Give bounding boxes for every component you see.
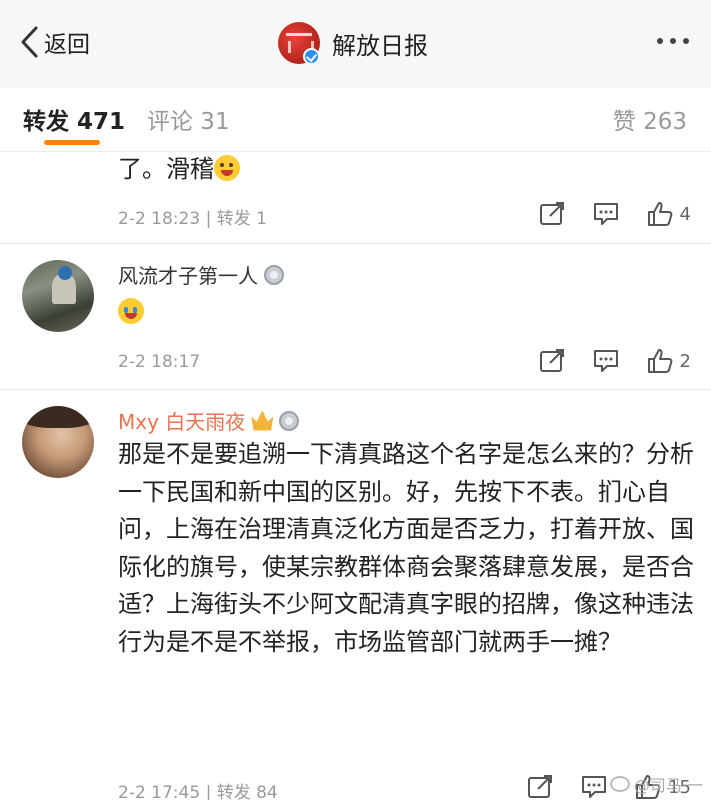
dot-icon [657, 38, 663, 44]
page-title: 解放日报 [332, 31, 428, 60]
verified-badge-icon [303, 48, 320, 65]
comment-text: 那是不是要追溯一下清真路这个名字是怎么来的？分析一下民国和新中国的区别。好，先按… [118, 440, 694, 656]
like-count: 4 [679, 203, 691, 225]
like-button[interactable]: 2 [646, 347, 691, 375]
share-icon [539, 349, 564, 372]
tab-likes[interactable]: 赞 263 [613, 102, 687, 136]
active-tab-indicator [44, 140, 100, 145]
silver-medal-icon [279, 410, 300, 431]
comment-text: 了。滑稽 [118, 151, 698, 189]
list-item[interactable]: Mxy 白天雨夜 那是不是要追溯一下清真路这个名字是怎么来的？分析一下民国和新中… [0, 390, 711, 800]
share-icon [539, 202, 564, 225]
account-title[interactable]: 解放日报 [278, 20, 428, 66]
comment-meta: 2-2 17:45 | 转发 84 [118, 783, 278, 800]
avatar[interactable] [22, 406, 94, 478]
weibo-logo-icon [609, 776, 630, 792]
dot-icon [683, 38, 689, 44]
thumbs-up-icon [647, 202, 672, 226]
comment-text [118, 294, 698, 332]
tab-bar: 转发 471 评论 31 赞 263 [0, 88, 711, 152]
top-nav-bar: 返回 解放日报 [0, 0, 711, 88]
comment-icon [593, 350, 618, 372]
repost-button[interactable] [538, 200, 566, 228]
dot-icon [670, 38, 676, 44]
like-count: 2 [679, 350, 691, 372]
comment-icon [582, 776, 607, 798]
like-button[interactable]: 4 [646, 200, 691, 228]
weibo-watermark: @司马·一 [609, 772, 703, 796]
more-options-button[interactable] [657, 38, 689, 44]
share-icon [528, 775, 553, 798]
chevron-left-icon [21, 26, 38, 58]
comment-actions: 2 [512, 347, 691, 375]
back-label: 返回 [44, 32, 90, 58]
repost-button[interactable] [526, 773, 554, 800]
crying-laugh-emoji [118, 298, 144, 324]
silver-medal-icon [264, 264, 284, 285]
comment-meta: 2-2 18:17 [118, 352, 201, 372]
comment-username[interactable]: Mxy 白天雨夜 [118, 406, 300, 435]
comment-button[interactable] [592, 200, 620, 228]
tab-comments[interactable]: 评论 31 [147, 102, 230, 136]
list-item[interactable]: 风流才子第一人 2-2 18:17 2 [0, 244, 711, 389]
thumbs-up-icon [647, 349, 672, 373]
comment-actions: 4 [512, 200, 691, 228]
comment-username[interactable]: 风流才子第一人 [118, 260, 284, 289]
comment-button[interactable] [592, 347, 620, 375]
comment-button[interactable] [580, 773, 608, 800]
list-item[interactable]: 了。滑稽 2-2 18:23 | 转发 1 4 [0, 153, 711, 243]
comment-meta: 2-2 18:23 | 转发 1 [118, 209, 267, 229]
comment-icon [593, 203, 618, 225]
crown-icon [251, 410, 274, 431]
tab-reposts[interactable]: 转发 471 [23, 102, 125, 136]
tongue-out-emoji [214, 155, 240, 181]
back-button[interactable]: 返回 [18, 22, 90, 62]
repost-button[interactable] [538, 347, 566, 375]
avatar[interactable] [22, 260, 94, 332]
